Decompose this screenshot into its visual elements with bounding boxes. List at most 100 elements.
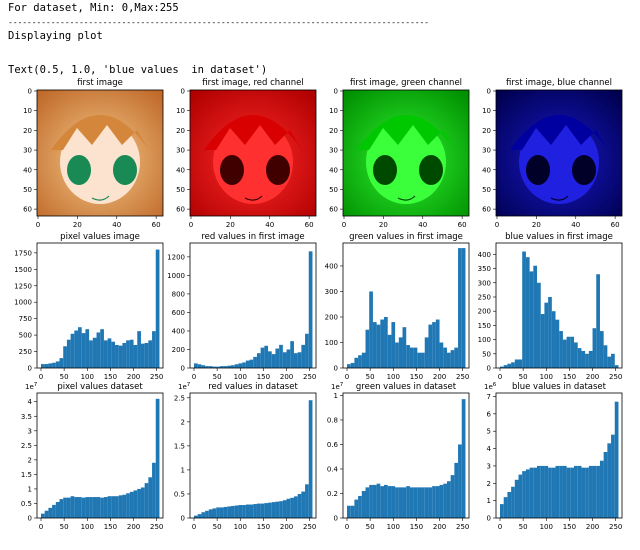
histogram-bar <box>450 475 455 518</box>
histogram-bar <box>577 465 582 518</box>
histogram-bar <box>264 503 269 518</box>
histogram-bar <box>458 444 462 518</box>
histogram-bar <box>63 346 67 368</box>
image-panel: first image, blue channel 0 10 20 30 40 50 60 0 2… <box>482 78 623 229</box>
x-tick-label: 50 <box>366 523 375 531</box>
histogram-bar <box>577 348 582 368</box>
y-tick-label: 50 <box>176 186 185 194</box>
histogram-bar <box>406 345 410 368</box>
x-tick-label: 200 <box>433 523 446 531</box>
histogram-bar <box>78 497 82 518</box>
histogram-bar <box>450 350 455 368</box>
x-tick-label: 150 <box>563 373 576 381</box>
histogram-bar <box>544 465 549 518</box>
histogram-chart: green values in dataset 0 0.2 0.4 0.6 0.8 1 0 50… <box>327 382 470 531</box>
y-tick-label: 0.4 <box>327 465 339 473</box>
histogram-bar <box>421 352 425 368</box>
y-tick-label: 40 <box>176 166 185 174</box>
y-tick-label: 200 <box>478 308 491 316</box>
histogram-bar <box>48 363 53 368</box>
y-tick-label: 40 <box>23 166 32 174</box>
histogram-bar <box>461 399 466 518</box>
histogram-bar <box>413 347 418 368</box>
histogram-bar <box>129 339 134 368</box>
histogram-bar <box>417 487 422 518</box>
y-tick-label: 1.5 <box>174 442 185 450</box>
y-tick-label: 0.8 <box>327 416 338 424</box>
x-tick-label: 250 <box>456 523 469 531</box>
histogram-bar <box>358 355 362 368</box>
y-tick-label: 3.5 <box>21 413 32 421</box>
histogram-bar <box>201 365 206 368</box>
chart-title: green values in first image <box>349 232 463 242</box>
histogram-bar <box>443 347 447 368</box>
histogram-bar <box>122 494 127 518</box>
y-tick-label: 400 <box>172 327 185 335</box>
x-tick-label: 200 <box>586 523 599 531</box>
histogram-bar <box>347 364 351 368</box>
y-tick-label: 50 <box>329 186 338 194</box>
histogram-bar <box>115 344 119 368</box>
y-tick-label: 400 <box>325 262 338 270</box>
histogram-bar <box>611 434 615 518</box>
histogram-bar <box>458 248 462 368</box>
histogram-bar <box>140 343 145 368</box>
image-panel: first image, green channel 0 10 20 30 40 50 60 0… <box>329 78 470 229</box>
y-tick-label: 2 <box>181 418 185 426</box>
histogram-bar <box>152 462 156 518</box>
histogram-bar <box>614 365 619 368</box>
histogram-bar <box>286 349 291 368</box>
histogram-bar <box>78 327 82 368</box>
histogram-bar <box>81 497 86 518</box>
histogram-bar <box>231 505 235 518</box>
y-tick-label: 200 <box>172 346 185 354</box>
histogram-bar <box>432 322 436 368</box>
x-tick-label: 60 <box>611 221 620 229</box>
histogram-bar <box>282 500 287 518</box>
histogram-bar <box>74 497 79 518</box>
histogram-bar <box>607 356 612 368</box>
histogram-bar <box>197 514 202 518</box>
histogram-bar <box>409 347 414 368</box>
histogram-bar <box>148 477 153 518</box>
histogram-bar <box>372 484 377 518</box>
image-panel: first image 0 10 20 30 40 50 60 0 20 40 60 <box>23 78 164 229</box>
x-tick-label: 0 <box>39 373 43 381</box>
histogram-bar <box>48 507 53 518</box>
histogram-bar <box>406 486 410 518</box>
x-tick-label: 100 <box>234 523 247 531</box>
x-tick-label: 200 <box>127 373 140 381</box>
chart-title: pixel values dataset <box>57 382 143 392</box>
histogram-bar <box>585 467 589 518</box>
y-tick-label: 0 <box>28 365 32 373</box>
histogram-bar <box>511 486 515 518</box>
y-tick-label: 750 <box>19 315 32 323</box>
histogram-bar <box>514 479 519 518</box>
histogram-bar <box>361 352 366 368</box>
histogram-bar <box>611 353 615 368</box>
histogram-bar <box>234 364 239 368</box>
histogram-chart: pixel values dataset 0 0.5 1 1.5 2 2.5 3 3.5 4 0 50… <box>21 382 164 531</box>
x-tick-label: 0 <box>498 523 502 531</box>
histogram-bar <box>398 337 403 368</box>
histogram-bar <box>596 274 600 368</box>
histogram-bar <box>282 352 287 368</box>
x-tick-label: 200 <box>127 523 140 531</box>
histogram-bar <box>238 363 243 368</box>
histogram-bar <box>409 487 414 518</box>
x-tick-label: 0 <box>192 523 196 531</box>
y-tick-label: 0 <box>487 365 491 373</box>
histogram-bar <box>55 361 60 368</box>
y-tick-label: 4 <box>28 398 33 406</box>
y-tick-label: 300 <box>478 279 491 287</box>
histogram-bar <box>387 334 392 368</box>
histogram-bar <box>607 443 612 518</box>
y-tick-label: 60 <box>329 206 338 214</box>
y-tick-label: 7 <box>487 393 491 401</box>
histogram-bar <box>100 497 104 518</box>
y-tick-label: 0.5 <box>174 490 185 498</box>
histogram-bar <box>70 333 75 368</box>
y-tick-label: 60 <box>176 206 185 214</box>
x-tick-label: 0 <box>345 523 349 531</box>
histogram-bar <box>570 467 575 518</box>
